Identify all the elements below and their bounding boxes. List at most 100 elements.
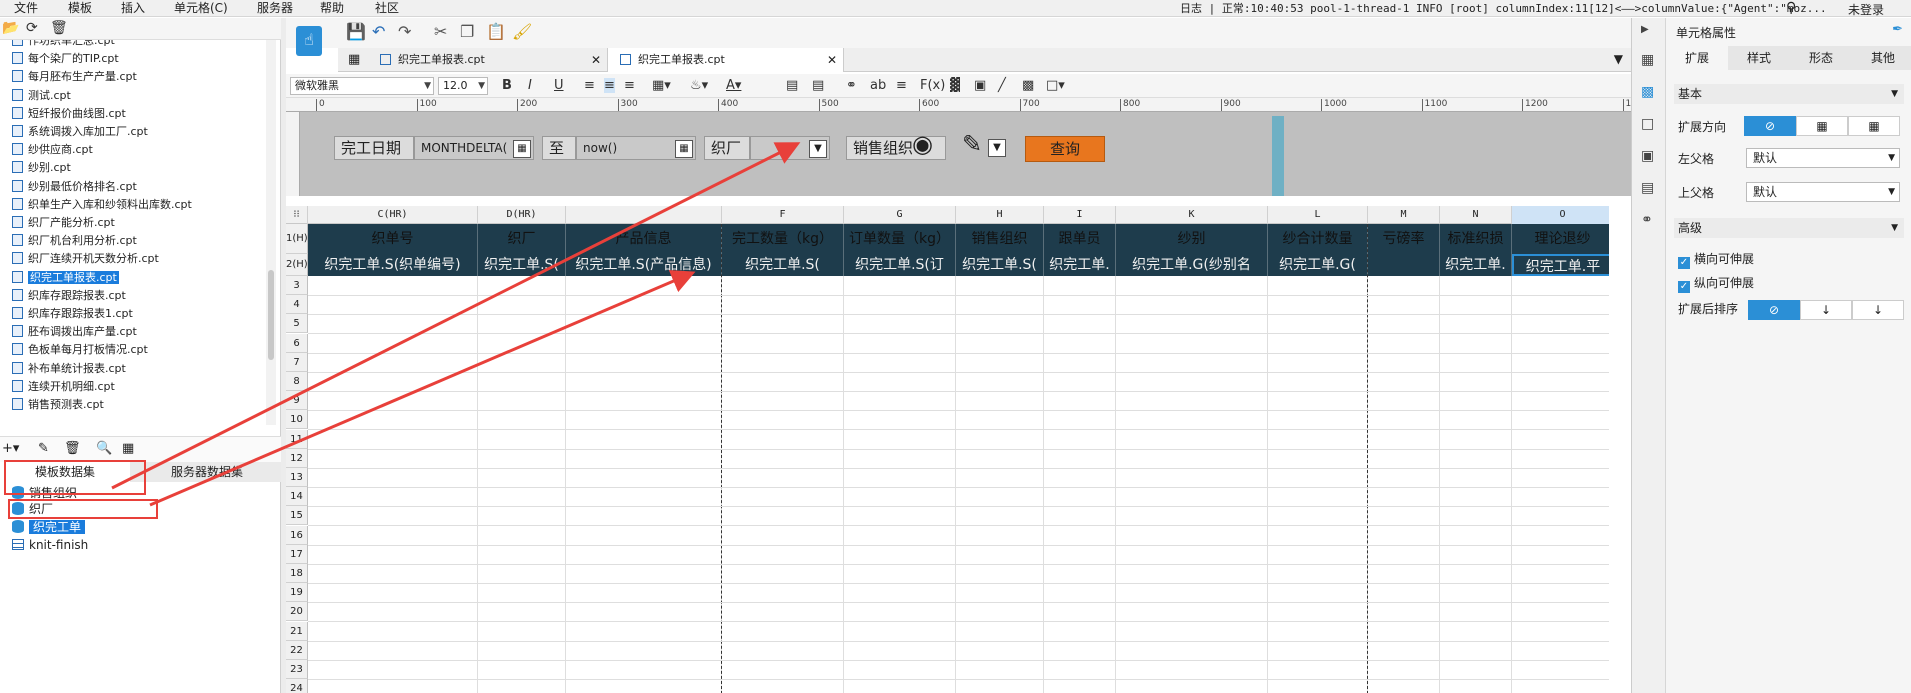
align-left-icon[interactable]: ≡ (584, 78, 595, 93)
redo-icon[interactable]: ↷ (398, 22, 411, 41)
column-header[interactable]: N (1440, 206, 1512, 224)
merge-cells-icon[interactable]: ▤ (786, 78, 798, 93)
query-button[interactable]: 查询 (1025, 136, 1105, 162)
doc-tab-2[interactable]: 织完工单报表.cpt ✕ (608, 48, 844, 72)
param-label-date[interactable]: 完工日期 (334, 136, 414, 160)
file-item[interactable]: 织厂连续开机天数分析.cpt (12, 250, 159, 268)
row-header[interactable]: 1(H) (286, 224, 308, 254)
cell-attribute-icon[interactable]: ▦ (1641, 52, 1654, 68)
refresh-icon[interactable]: ⟳ (26, 20, 38, 36)
menu-server[interactable]: 服务器 (257, 1, 293, 16)
sort-descending-icon[interactable]: ↓ (1852, 300, 1904, 320)
dataset-item-knit-finish-order[interactable]: 织完工单 (12, 518, 86, 536)
insert-formula-icon[interactable]: F(x) (920, 78, 945, 93)
v-expand-checkbox[interactable]: ✓ 纵向可伸展 (1678, 274, 1754, 293)
dropdown-icon[interactable]: ▼ (988, 139, 1006, 157)
float-element-icon[interactable]: □ (1641, 116, 1654, 132)
tab-menu-icon[interactable]: ▼ (1614, 52, 1623, 66)
insert-richtext-icon[interactable]: ≡ (896, 78, 907, 93)
file-item[interactable]: 补布单统计报表.cpt (12, 360, 126, 378)
file-item[interactable]: 织厂机台利用分析.cpt (12, 232, 137, 250)
close-icon[interactable]: ✕ (827, 48, 837, 72)
header-cell[interactable]: 跟单员 (1044, 224, 1116, 254)
header-cell[interactable]: 纱别 (1116, 224, 1268, 254)
file-item[interactable]: 每月胚布生产产量.cpt (12, 68, 137, 86)
delete-icon[interactable]: 🗑 (50, 20, 68, 36)
data-cell[interactable]: 织完工单. (1440, 254, 1512, 276)
column-header[interactable]: I (1044, 206, 1116, 224)
header-cell[interactable]: 织厂 (478, 224, 566, 254)
tab-form[interactable]: 形态 (1790, 46, 1852, 70)
file-item[interactable]: 纱别最低价格排名.cpt (12, 178, 137, 196)
bold-icon[interactable]: B (502, 78, 512, 93)
dataset-param-icon[interactable]: ▦ (122, 441, 134, 456)
header-cell[interactable]: 纱合计数量 (1268, 224, 1368, 254)
row-header[interactable]: 13 (286, 468, 308, 487)
data-cell[interactable]: 织完工单.G( (1268, 254, 1368, 276)
column-header[interactable]: L (1268, 206, 1368, 224)
vertical-expand-icon[interactable]: ▦ (1796, 116, 1848, 136)
align-right-icon[interactable]: ≡ (624, 78, 635, 93)
data-cell[interactable]: 织完工单.G(纱别名 (1116, 254, 1268, 276)
file-item[interactable]: 连续开机明细.cpt (12, 378, 115, 396)
format-brush-icon[interactable]: 🖌 (512, 22, 532, 41)
header-cell[interactable]: 亏磅率 (1368, 224, 1440, 254)
column-header[interactable]: K (1116, 206, 1268, 224)
condition-icon[interactable]: ▤ (1641, 180, 1654, 196)
column-header[interactable]: C(HR) (308, 206, 478, 224)
undo-icon[interactable]: ↶ (372, 22, 385, 41)
header-cell[interactable]: 产品信息 (566, 224, 722, 254)
collapse-icon[interactable]: ▶ (1641, 24, 1649, 35)
font-family-select[interactable]: 微软雅黑 ▼ (290, 77, 434, 95)
left-parent-select[interactable]: 默认 ▼ (1746, 148, 1900, 168)
data-cell[interactable]: 织完工单.S( (956, 254, 1044, 276)
data-cell[interactable]: 织完工单.S(织单编号) (308, 254, 478, 276)
section-basic[interactable]: 基本 ▼ (1674, 84, 1904, 104)
row-header[interactable]: 8 (286, 372, 308, 391)
row-header[interactable]: 21 (286, 621, 308, 641)
grid-corner[interactable]: ⁝⁝ (286, 206, 308, 224)
file-item[interactable]: 测试.cpt (12, 87, 71, 105)
column-header[interactable]: O (1512, 206, 1609, 224)
no-sort-icon[interactable]: ⊘ (1748, 300, 1800, 320)
calendar-icon[interactable]: ▦ (513, 140, 531, 158)
menu-community[interactable]: 社区 (375, 1, 399, 16)
param-label-to[interactable]: 至 (542, 136, 576, 160)
menu-file[interactable]: 文件 (14, 1, 38, 16)
cut-icon[interactable]: ✂ (434, 22, 447, 41)
file-item[interactable]: 短纤报价曲线图.cpt (12, 105, 126, 123)
close-icon[interactable]: ✕ (591, 48, 601, 72)
row-header[interactable]: 16 (286, 525, 308, 545)
column-header[interactable]: H (956, 206, 1044, 224)
italic-icon[interactable]: I (528, 78, 532, 93)
file-item[interactable]: 系统调拨入库加工厂.cpt (12, 123, 148, 141)
param-label-factory[interactable]: 织厂 (704, 136, 750, 160)
row-header[interactable]: 10 (286, 410, 308, 430)
align-center-icon[interactable]: ≡ (604, 78, 615, 93)
template-grid-icon[interactable]: ▦ (348, 52, 360, 67)
cell-element-icon[interactable]: ▩ (1641, 84, 1654, 100)
pin-icon[interactable]: ✒ (1892, 22, 1903, 37)
menu-cell[interactable]: 单元格(C) (174, 1, 228, 16)
row-header[interactable]: 14 (286, 487, 308, 507)
parameter-pane-boundary[interactable] (1272, 116, 1284, 196)
dataset-item-knit-finish[interactable]: knit-finish (12, 536, 88, 554)
calendar-icon[interactable]: ▦ (675, 140, 693, 158)
row-header[interactable]: 3 (286, 276, 308, 295)
fill-color-icon[interactable]: ♨▾ (690, 78, 708, 93)
data-cell[interactable]: 织完工单.S( (478, 254, 566, 276)
save-icon[interactable]: 💾 (346, 22, 366, 41)
tab-other[interactable]: 其他 (1852, 46, 1911, 70)
data-cell[interactable]: 织完工单.S(订 (844, 254, 956, 276)
column-header[interactable] (566, 206, 722, 224)
row-header[interactable]: 22 (286, 640, 308, 660)
file-item[interactable]: 作坊织单汇总.cpt (12, 40, 115, 50)
file-item[interactable]: 每个染厂的TIP.cpt (12, 50, 119, 68)
row-header[interactable]: 23 (286, 660, 308, 679)
row-header[interactable]: 4 (286, 295, 308, 315)
row-header[interactable]: 7 (286, 352, 308, 372)
data-cell[interactable]: 织完工单.S( (722, 254, 844, 276)
login-status[interactable]: 未登录 (1848, 1, 1884, 18)
row-header[interactable]: 6 (286, 333, 308, 353)
header-cell[interactable]: 理论退纱 (1512, 224, 1609, 254)
